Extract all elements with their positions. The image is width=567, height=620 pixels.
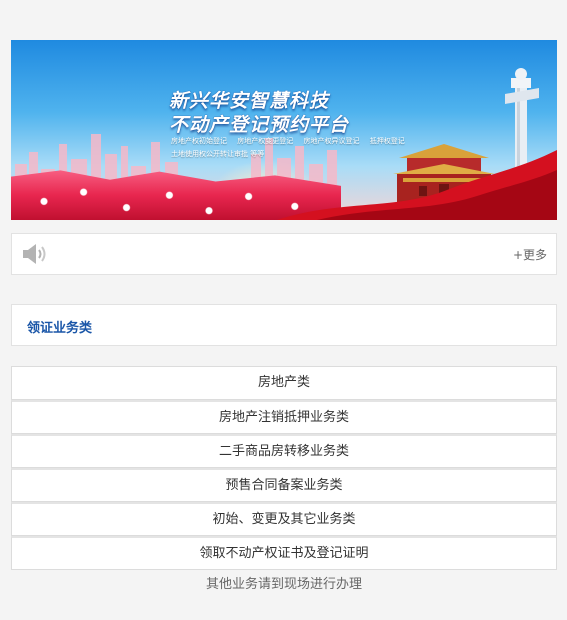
page-container: 新兴华安智慧科技 不动产登记预约平台 房地产权初始登记 房地产权变更登记 房地产… <box>11 40 557 592</box>
menu-item-initial-change-other[interactable]: 初始、变更及其它业务类 <box>11 502 557 536</box>
menu-item-real-estate[interactable]: 房地产类 <box>11 366 557 400</box>
section-header: 领证业务类 <box>11 304 557 346</box>
notice-bar: +更多 <box>11 233 557 275</box>
banner-sub-item: 房地产权异议登记 <box>303 137 360 145</box>
banner-sub-item: 房地产权初始登记 <box>171 137 227 145</box>
business-menu: 房地产类 房地产注销抵押业务类 二手商品房转移业务类 预售合同备案业务类 初始、… <box>11 366 557 570</box>
menu-item-presale-filing[interactable]: 预售合同备案业务类 <box>11 468 557 502</box>
menu-item-certificate-pickup[interactable]: 领取不动产权证书及登记证明 <box>11 536 557 570</box>
menu-item-mortgage-cancel[interactable]: 房地产注销抵押业务类 <box>11 400 557 434</box>
speaker-icon <box>23 244 46 264</box>
section-title: 领证业务类 <box>27 321 93 336</box>
banner-title-line1: 新兴华安智慧科技 <box>169 90 330 112</box>
footer-note: 其他业务请到现场进行办理 <box>205 577 362 592</box>
banner-subtitle-line1: 房地产权初始登记 房地产权变更登记 房地产权异议登记 抵押权登记 <box>171 136 413 146</box>
more-link[interactable]: +更多 <box>513 246 547 263</box>
hero-banner: 新兴华安智慧科技 不动产登记预约平台 房地产权初始登记 房地产权变更登记 房地产… <box>11 40 557 220</box>
menu-item-secondhand-transfer[interactable]: 二手商品房转移业务类 <box>11 434 557 468</box>
banner-sub-item: 抵押权登记 <box>369 137 405 145</box>
banner-sub-item: 房地产权变更登记 <box>237 137 294 145</box>
red-ribbon-graphic <box>277 150 557 220</box>
banner-title-line2: 不动产登记预约平台 <box>169 114 350 136</box>
banner-subtitle-line2: 土地使用权公开转让审批 等等 <box>171 150 265 158</box>
